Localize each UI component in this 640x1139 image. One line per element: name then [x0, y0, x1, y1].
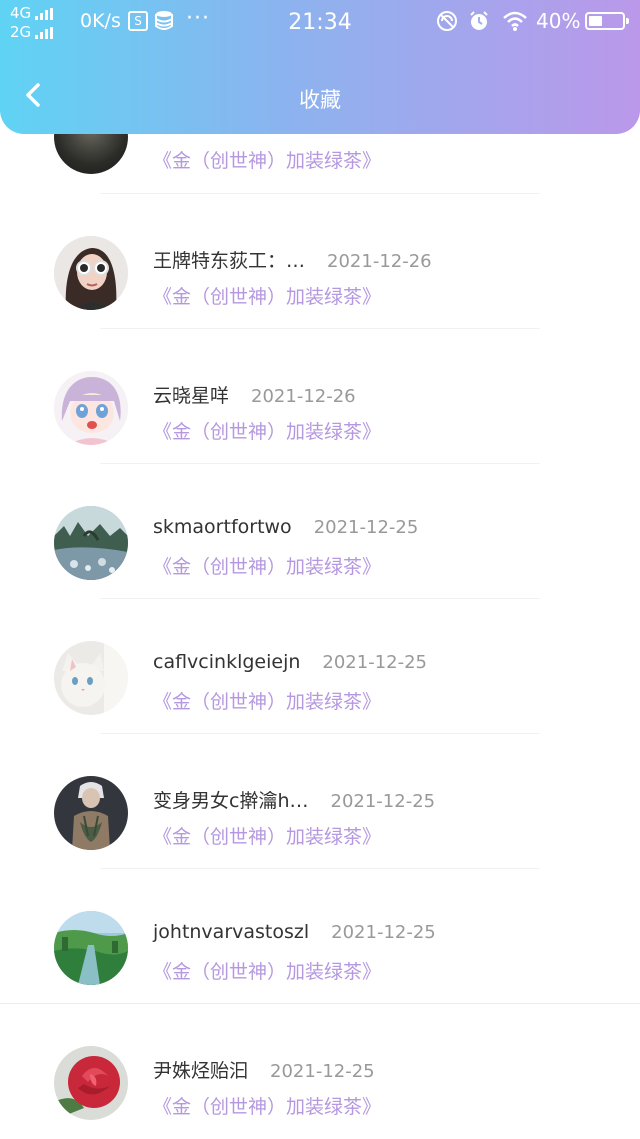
favorite-book-title: 《金（创世神）加装绿茶》 — [153, 961, 382, 983]
list-item[interactable]: 云晓星咩 2021-12-26 《金（创世神）加装绿茶》 — [0, 329, 640, 464]
favorite-book-title: 《金（创世神）加装绿茶》 — [153, 556, 382, 578]
list-item[interactable]: caflvcinklgeiejn 2021-12-25 《金（创世神）加装绿茶》 — [0, 599, 640, 734]
favorite-date: 2021-12-26 — [251, 386, 356, 407]
user-name: 变身男女c擀瀹h… — [153, 790, 309, 812]
favorite-book-title: 《金（创世神）加装绿茶》 — [153, 150, 382, 172]
avatar — [54, 371, 128, 445]
user-name-row: 尹姝烃贻汩 2021-12-25 — [153, 1056, 375, 1083]
user-name-row: caflvcinklgeiejn 2021-12-25 — [153, 651, 427, 673]
user-name: 云晓星咩 — [153, 385, 230, 407]
page-title: 收藏 — [299, 88, 341, 112]
favorite-date: 2021-12-25 — [270, 1061, 375, 1082]
list-item[interactable]: 尹姝烃贻汩 2021-12-25 《金（创世神）加装绿茶》 — [0, 1004, 640, 1139]
user-name-row: johtnvarvastoszl 2021-12-25 — [153, 921, 436, 943]
user-name-row: 云晓星咩 2021-12-26 — [153, 381, 356, 408]
battery-percent: 40% — [536, 9, 581, 33]
favorite-date: 2021-12-25 — [313, 517, 419, 538]
avatar — [54, 641, 128, 715]
list-item[interactable]: 王牌特东荻工：… 2021-12-26 《金（创世神）加装绿茶》 — [0, 194, 640, 329]
avatar — [54, 1046, 128, 1120]
user-name: 王牌特东荻工：… — [153, 250, 306, 272]
app-header: 4G 2G 0K/s S ··· 21:34 40% 收藏 — [0, 0, 640, 134]
user-name-row: 王牌特东荻工：… 2021-12-26 — [153, 246, 432, 273]
user-name: johtnvarvastoszl — [153, 921, 310, 943]
user-name: caflvcinklgeiejn — [153, 651, 301, 673]
avatar — [54, 776, 128, 850]
list-item[interactable]: skmaortfortwo 2021-12-25 《金（创世神）加装绿茶》 — [0, 464, 640, 599]
avatar — [54, 911, 128, 985]
favorite-date: 2021-12-25 — [322, 652, 427, 673]
favorite-book-title: 《金（创世神）加装绿茶》 — [153, 1096, 382, 1118]
list-item[interactable]: 变身男女c擀瀹h… 2021-12-25 《金（创世神）加装绿茶》 — [0, 734, 640, 869]
favorite-book-title: 《金（创世神）加装绿茶》 — [153, 826, 382, 848]
status-bar: 4G 2G 0K/s S ··· 21:34 40% — [0, 0, 640, 48]
battery-icon — [585, 12, 629, 30]
avatar — [54, 506, 128, 580]
wifi-icon — [503, 11, 527, 31]
favorite-book-title: 《金（创世神）加装绿茶》 — [153, 421, 382, 443]
favorite-date: 2021-12-25 — [330, 791, 436, 812]
favorite-date: 2021-12-26 — [327, 251, 432, 272]
do-not-disturb-icon — [437, 11, 457, 31]
list-item[interactable]: johtnvarvastoszl 2021-12-25 《金（创世神）加装绿茶》 — [0, 869, 640, 1004]
favorite-date: 2021-12-25 — [331, 922, 436, 943]
favorite-book-title: 《金（创世神）加装绿茶》 — [153, 691, 382, 713]
user-name-row: skmaortfortwo 2021-12-25 — [153, 516, 418, 538]
avatar — [54, 236, 128, 310]
alarm-icon — [470, 11, 488, 30]
user-name: 尹姝烃贻汩 — [153, 1060, 249, 1082]
user-name-row: 变身男女c擀瀹h… 2021-12-25 — [153, 786, 435, 813]
favorite-book-title: 《金（创世神）加装绿茶》 — [153, 286, 382, 308]
user-name: skmaortfortwo — [153, 516, 292, 538]
